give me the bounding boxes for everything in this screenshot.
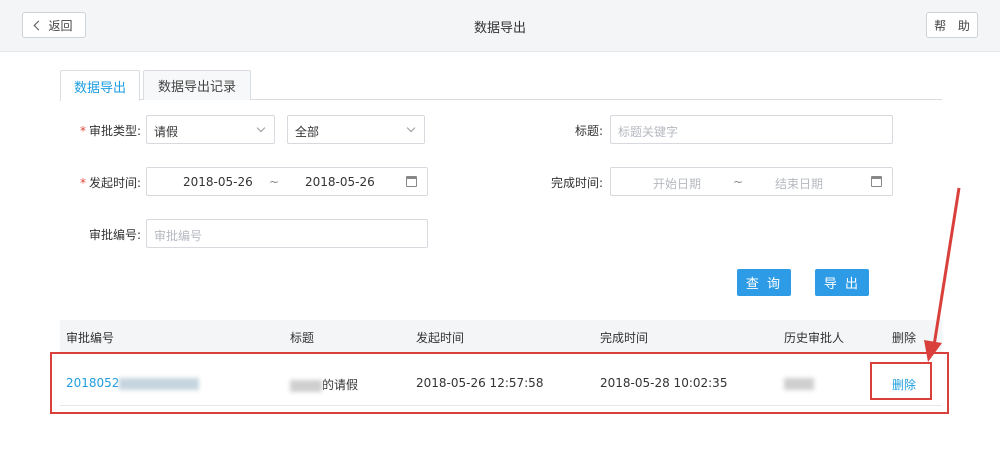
approval-type-label: * 审批类型: <box>79 124 141 138</box>
col-start-time: 发起时间 <box>416 331 465 345</box>
approval-type-select[interactable]: 请假 <box>146 115 275 144</box>
approval-no-label: 审批编号: <box>88 228 141 242</box>
range-separator: ~ <box>733 175 744 189</box>
calendar-icon <box>871 176 882 187</box>
start-time-range-picker[interactable]: 2018-05-26 ~ 2018-05-26 <box>146 167 428 196</box>
approval-no-input[interactable]: 审批编号 <box>146 219 428 248</box>
start-time-label: * 发起时间: <box>79 176 141 190</box>
tab-data-export[interactable]: 数据导出 <box>60 70 140 101</box>
title-placeholder: 标题关键字 <box>618 125 679 139</box>
title-label: 标题: <box>574 124 603 138</box>
col-approval-no: 审批编号 <box>66 331 115 345</box>
col-approvers: 历史审批人 <box>784 331 845 345</box>
chevron-down-icon <box>406 123 416 133</box>
finish-time-to-placeholder: 结束日期 <box>775 177 824 191</box>
approval-type-value: 请假 <box>154 125 179 139</box>
col-delete: 删除 <box>892 331 917 345</box>
col-finish-time: 完成时间 <box>600 331 649 345</box>
col-title: 标题 <box>290 331 315 345</box>
calendar-icon <box>406 176 417 187</box>
start-time-from: 2018-05-26 <box>183 175 253 189</box>
page-title: 数据导出 <box>473 21 526 36</box>
top-bar: 返回 数据导出 帮 助 <box>0 0 1000 52</box>
export-button[interactable]: 导 出 <box>815 269 869 296</box>
start-time-to: 2018-05-26 <box>305 175 375 189</box>
tab-export-records[interactable]: 数据导出记录 <box>143 70 251 100</box>
row-highlight-box <box>50 352 949 414</box>
approval-status-value: 全部 <box>295 125 320 139</box>
search-button[interactable]: 查 询 <box>737 269 791 296</box>
finish-time-from-placeholder: 开始日期 <box>653 177 702 191</box>
table-header: 审批编号 标题 发起时间 完成时间 历史审批人 删除 <box>60 320 942 352</box>
title-input[interactable]: 标题关键字 <box>610 115 893 144</box>
approval-no-placeholder: 审批编号 <box>154 229 203 243</box>
chevron-down-icon <box>256 123 266 133</box>
tab-bar: 数据导出 数据导出记录 <box>60 70 942 101</box>
finish-time-range-picker[interactable]: 开始日期 ~ 结束日期 <box>610 167 893 196</box>
delete-highlight-box <box>870 362 932 400</box>
finish-time-label: 完成时间: <box>550 176 603 190</box>
range-separator: ~ <box>269 175 280 189</box>
help-button[interactable]: 帮 助 <box>926 12 978 38</box>
approval-status-select[interactable]: 全部 <box>287 115 425 144</box>
